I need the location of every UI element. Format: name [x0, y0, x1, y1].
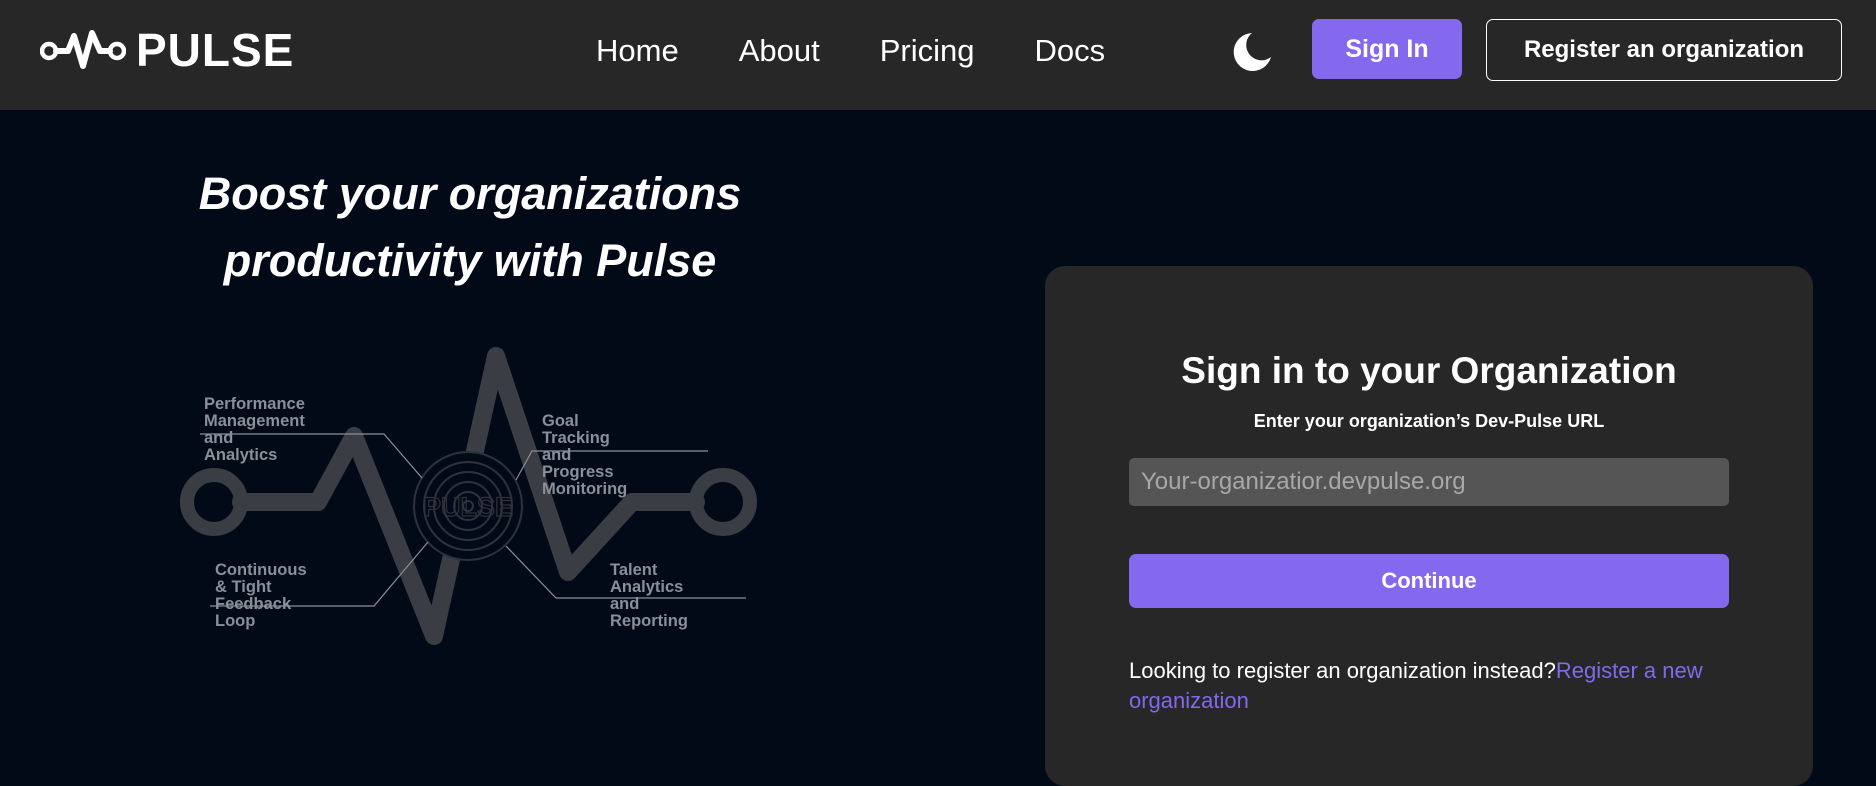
register-organization-button[interactable]: Register an organization: [1486, 19, 1842, 81]
label-goal-tracking: Goal Tracking and Progress Monitoring: [542, 412, 628, 498]
organization-url-input[interactable]: [1129, 458, 1729, 506]
signin-card: Sign in to your Organization Enter your …: [1045, 266, 1813, 786]
label-talent-analytics: Talent Analytics and Reporting: [610, 561, 688, 630]
continue-button[interactable]: Continue: [1129, 554, 1729, 608]
nav-home-link[interactable]: Home: [596, 33, 679, 69]
pulse-logo-icon: [40, 30, 126, 69]
center-target-icon: PULSE: [413, 451, 523, 561]
signin-card-subtitle: Enter your organization’s Dev-Pulse URL: [1253, 411, 1605, 431]
logo-text: PULSE: [136, 24, 295, 76]
hero-title: Boost your organizations productivity wi…: [150, 160, 790, 294]
signin-card-title: Sign in to your Organization: [1181, 350, 1677, 391]
label-feedback-loop: Continuous & Tight Feedback Loop: [215, 561, 307, 630]
label-performance-analytics: Performance Management and Analytics: [204, 395, 305, 464]
register-prompt-text: Looking to register an organization inst…: [1129, 658, 1556, 683]
nav-docs-link[interactable]: Docs: [1034, 33, 1105, 69]
theme-toggle[interactable]: [1228, 30, 1274, 76]
nav-about-link[interactable]: About: [739, 33, 820, 69]
illustration-center-text: PULSE: [423, 492, 513, 522]
navbar: PULSE Home About Pricing Docs Sign In Re…: [0, 0, 1876, 110]
hero-title-line2: productivity with Pulse: [223, 235, 717, 286]
main-nav: Home About Pricing Docs: [596, 28, 1165, 74]
hero-title-line1: Boost your organizations: [198, 168, 742, 219]
sign-in-button[interactable]: Sign In: [1312, 19, 1462, 79]
nav-pricing-link[interactable]: Pricing: [880, 33, 975, 69]
logo[interactable]: PULSE: [40, 22, 294, 78]
register-prompt: Looking to register an organization inst…: [1129, 656, 1729, 716]
moon-icon: [1233, 33, 1271, 71]
